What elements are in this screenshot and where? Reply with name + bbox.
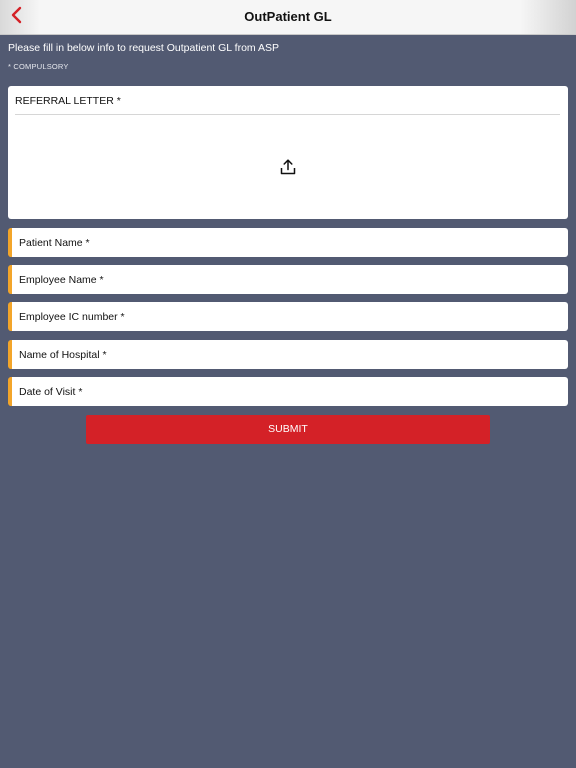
- hospital-name-field: [8, 340, 568, 369]
- employee-name-field: [8, 265, 568, 294]
- compulsory-note: * COMPULSORY: [8, 62, 69, 71]
- referral-letter-label: REFERRAL LETTER *: [15, 95, 121, 107]
- hospital-name-input[interactable]: [12, 340, 568, 369]
- submit-button[interactable]: SUBMIT: [86, 415, 490, 444]
- employee-ic-number-field: [8, 302, 568, 331]
- upload-button[interactable]: [276, 158, 300, 180]
- patient-name-field: [8, 228, 568, 257]
- page-title: OutPatient GL: [244, 9, 332, 24]
- date-of-visit-input[interactable]: [12, 377, 568, 406]
- date-of-visit-field: [8, 377, 568, 406]
- patient-name-input[interactable]: [12, 228, 568, 257]
- divider: [15, 114, 560, 115]
- navigation-bar: OutPatient GL: [0, 0, 576, 35]
- referral-letter-upload-card: REFERRAL LETTER *: [8, 86, 568, 219]
- upload-icon: [279, 158, 297, 181]
- employee-ic-number-input[interactable]: [12, 302, 568, 331]
- intro-text: Please fill in below info to request Out…: [8, 42, 280, 54]
- employee-name-input[interactable]: [12, 265, 568, 294]
